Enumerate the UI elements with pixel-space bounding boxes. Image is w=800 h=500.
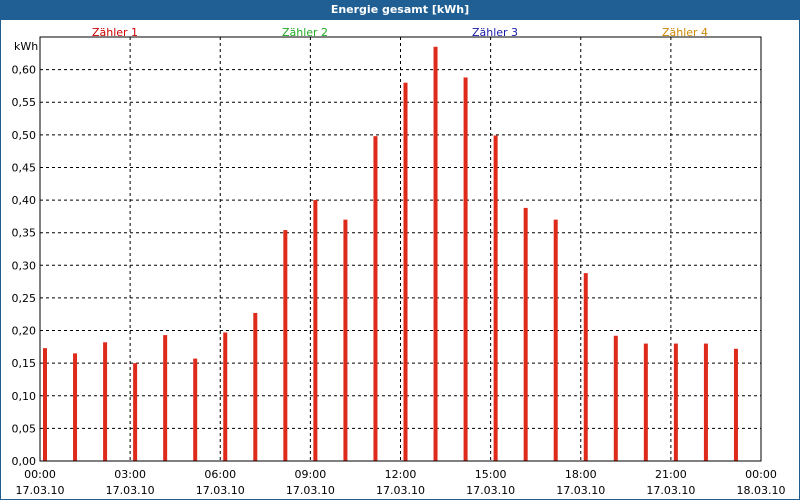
bar — [643, 343, 648, 461]
bar — [103, 342, 108, 461]
y-tick-label: 0,25 — [12, 292, 37, 305]
bar — [523, 207, 528, 461]
x-tick-date: 17.03.10 — [286, 484, 335, 497]
y-tick-label: 0,00 — [12, 455, 37, 468]
x-tick-time: 21:00 — [655, 468, 687, 481]
grid-lines — [40, 37, 761, 461]
bar — [193, 358, 198, 461]
x-tick-time: 18:00 — [565, 468, 597, 481]
y-tick-label: 0,45 — [12, 161, 37, 174]
x-tick-time: 12:00 — [385, 468, 417, 481]
y-tick-label: 0,55 — [12, 96, 37, 109]
bar-series — [43, 46, 738, 462]
x-tick-date: 18.03.10 — [737, 484, 786, 497]
x-tick-time: 06:00 — [204, 468, 236, 481]
y-axis-label: kWh — [14, 40, 38, 53]
bar — [73, 353, 78, 461]
bar — [493, 135, 498, 461]
bar — [673, 343, 678, 461]
y-tick-label: 0,10 — [12, 390, 37, 403]
bar — [733, 348, 738, 461]
y-tick-label: 0,35 — [12, 227, 37, 240]
y-tick-label: 0,60 — [12, 64, 37, 77]
bar — [43, 348, 47, 461]
y-tick-label: 0,20 — [12, 325, 37, 338]
bar — [283, 230, 288, 461]
bar — [463, 77, 468, 461]
x-axis-ticks: 00:00 17.03.10 03:00 17.03.10 06:00 17.03.10 0… — [16, 468, 786, 497]
y-tick-label: 0,05 — [12, 422, 37, 435]
bar — [373, 136, 378, 462]
bar — [433, 46, 438, 462]
x-tick-date: 17.03.10 — [466, 484, 515, 497]
bar — [553, 219, 558, 461]
bar — [583, 273, 588, 461]
x-tick-time: 15:00 — [475, 468, 507, 481]
bar — [313, 200, 318, 462]
x-tick-time: 09:00 — [295, 468, 327, 481]
y-tick-label: 0,40 — [12, 194, 37, 207]
x-tick-date: 17.03.10 — [376, 484, 425, 497]
y-tick-label: 0,30 — [12, 259, 37, 272]
y-tick-label: 0,50 — [12, 129, 37, 142]
x-tick-date: 17.03.10 — [106, 484, 155, 497]
x-tick-time: 03:00 — [114, 468, 146, 481]
x-tick-time: 00:00 — [745, 468, 777, 481]
bar — [133, 363, 138, 461]
bar — [343, 219, 348, 461]
bar — [703, 343, 708, 461]
bar — [163, 335, 168, 461]
y-tick-label: 0,15 — [12, 357, 37, 370]
chart-canvas: 0,00 0,05 0,10 0,15 0,20 0,25 0,30 0,35 0,40 0,45… — [12, 26, 786, 497]
bar — [403, 82, 408, 462]
x-tick-time: 00:00 — [24, 468, 56, 481]
x-tick-date: 17.03.10 — [16, 484, 65, 497]
bar — [613, 335, 618, 461]
x-tick-date: 17.03.10 — [196, 484, 245, 497]
y-axis-ticks: 0,00 0,05 0,10 0,15 0,20 0,25 0,30 0,35 0,40 0,45… — [12, 64, 37, 468]
bar — [253, 312, 258, 461]
x-tick-date: 17.03.10 — [646, 484, 695, 497]
bar — [223, 332, 228, 461]
x-tick-date: 17.03.10 — [556, 484, 605, 497]
